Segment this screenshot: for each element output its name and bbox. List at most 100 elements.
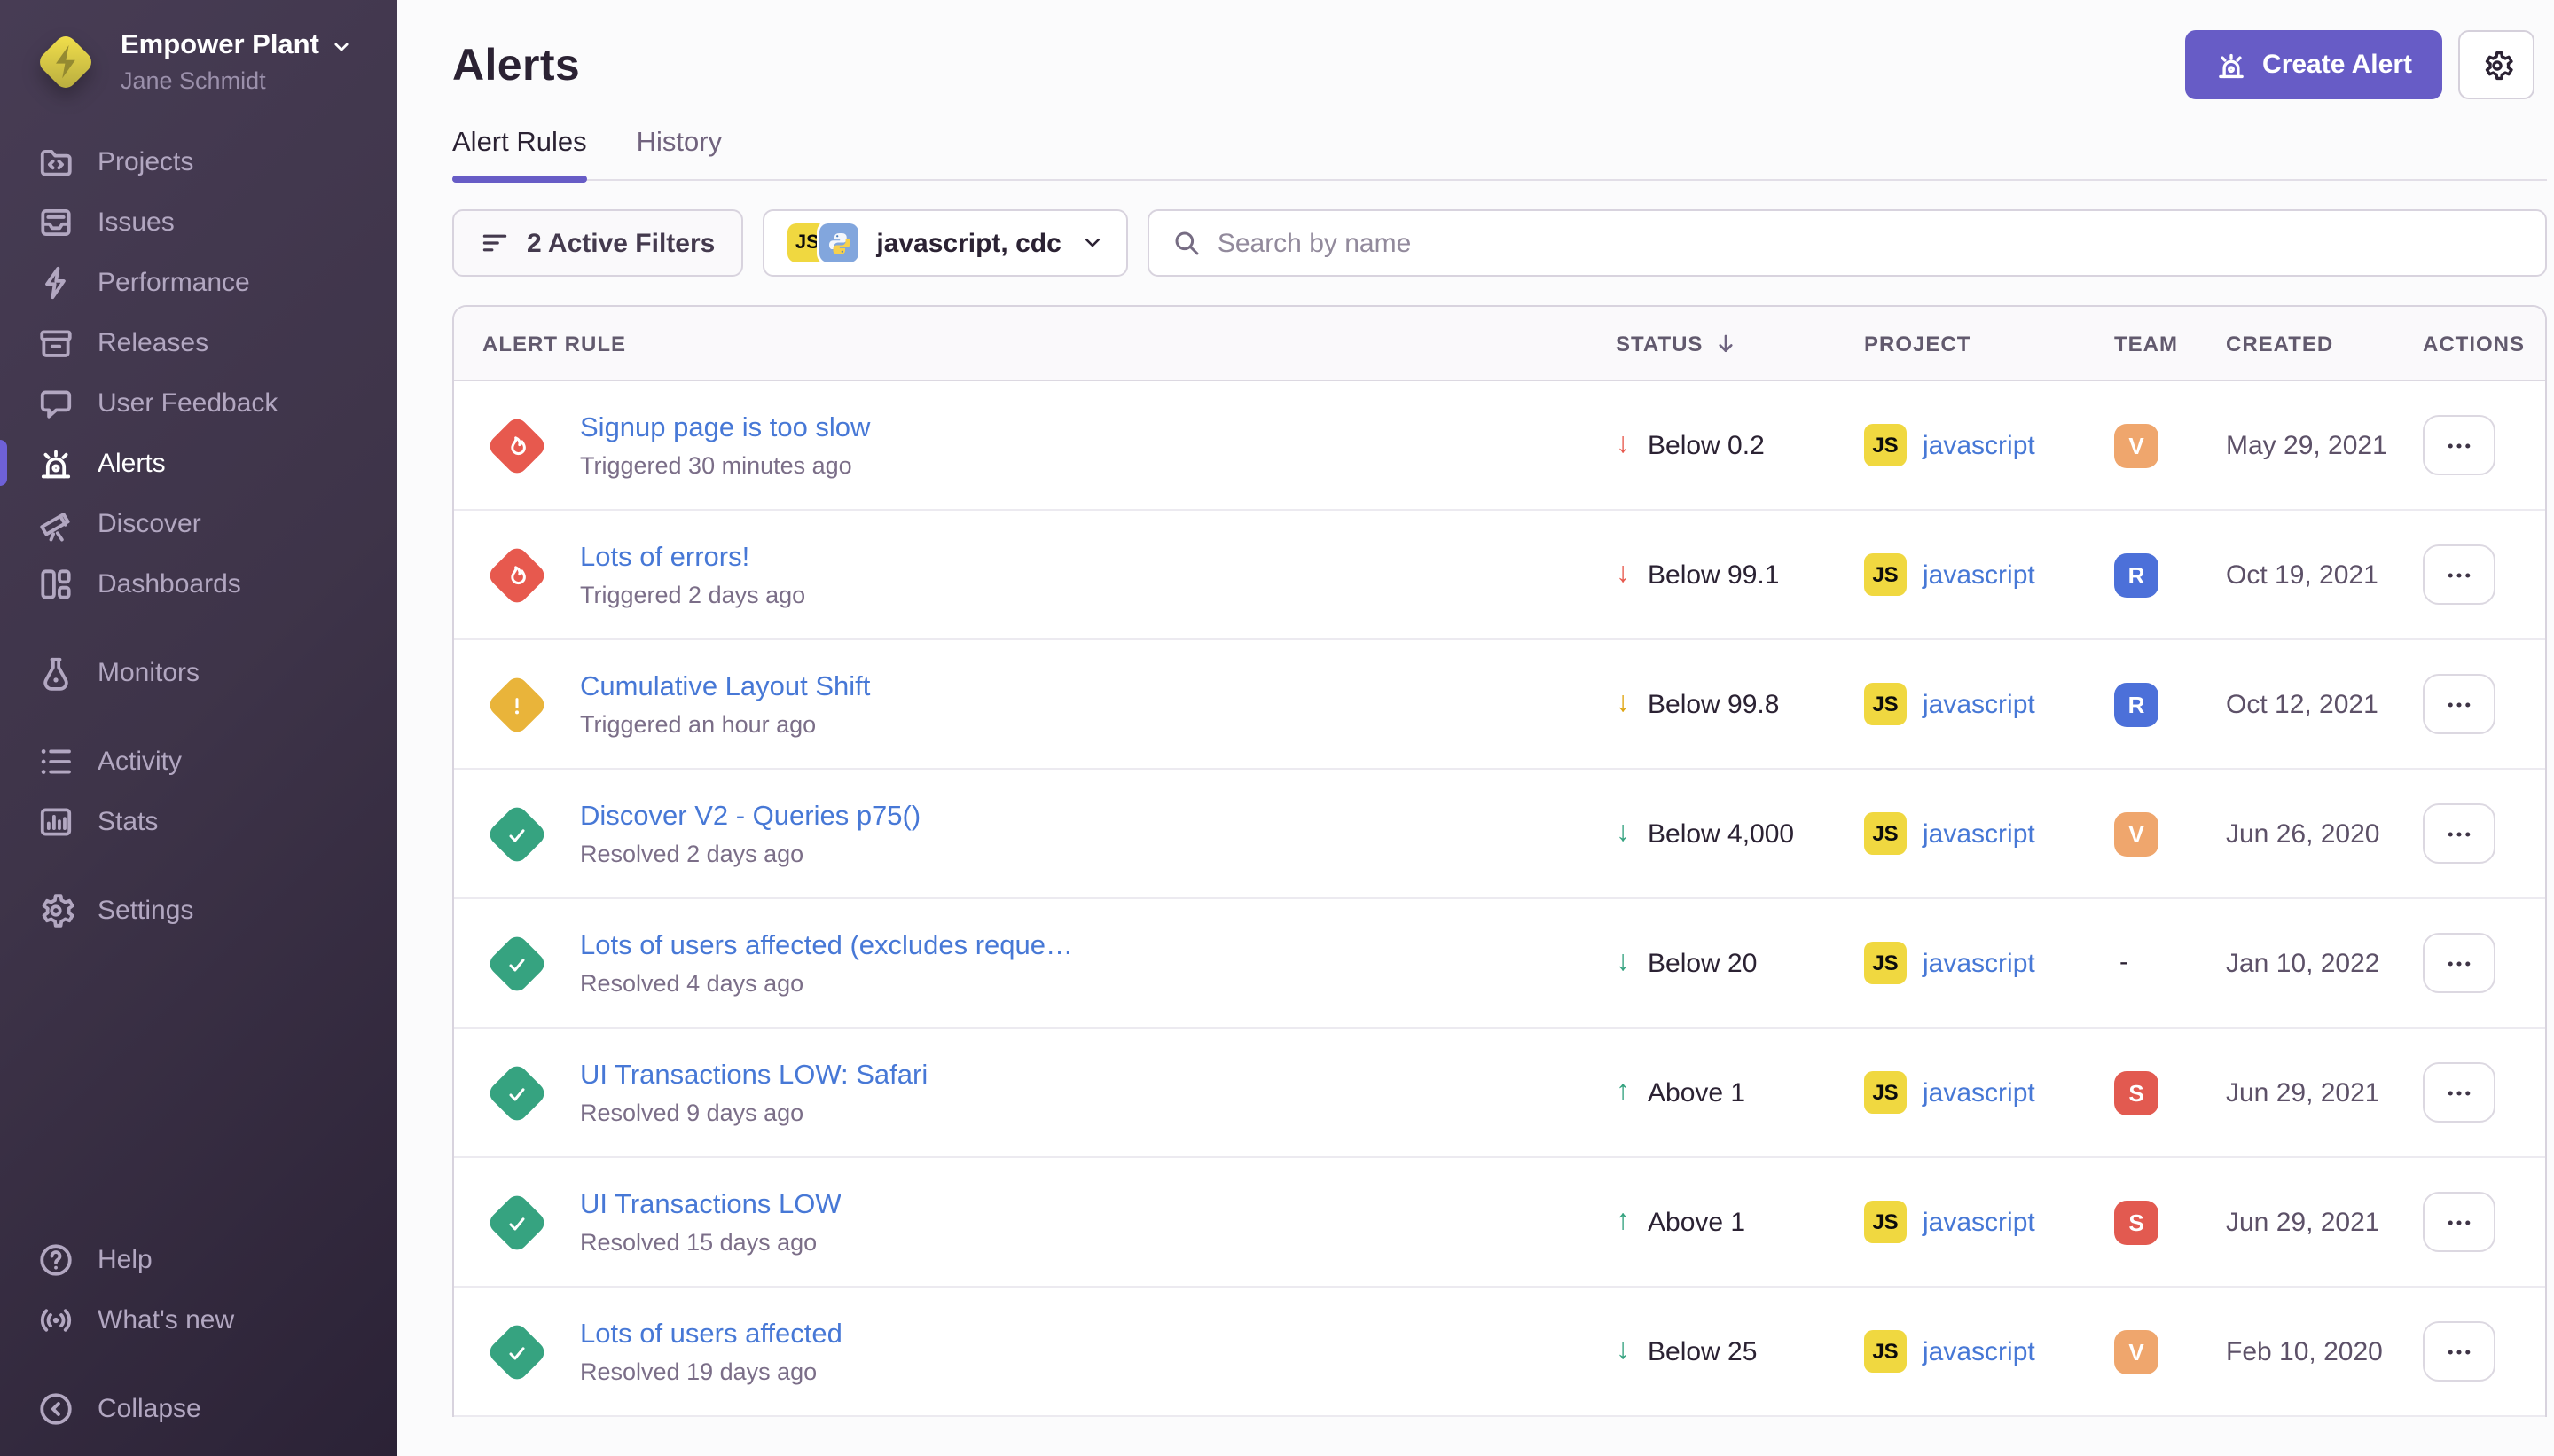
sidebar-item-performance[interactable]: Performance [0, 252, 397, 312]
team-cell: R [2114, 552, 2226, 597]
status-label: Below 20 [1648, 948, 1757, 978]
alerts-icon [37, 444, 74, 481]
javascript-platform-icon: JS [1864, 553, 1907, 596]
alert-rule-link[interactable]: Discover V2 - Queries p75() [580, 801, 921, 833]
created-date: Jun 26, 2020 [2226, 818, 2423, 849]
stats-icon [37, 802, 74, 840]
project-link[interactable]: javascript [1923, 430, 2035, 460]
alert-rule-link[interactable]: Lots of errors! [580, 542, 805, 574]
activity-icon [37, 742, 74, 779]
sidebar-item-alerts[interactable]: Alerts [0, 433, 397, 493]
row-actions-button[interactable] [2423, 544, 2495, 605]
row-actions-button[interactable] [2423, 1192, 2495, 1252]
resolved-check-icon [486, 1191, 549, 1254]
row-actions-button[interactable] [2423, 674, 2495, 734]
org-user: Jane Schmidt [121, 67, 351, 94]
alert-rule-link[interactable]: Lots of users affected [580, 1319, 842, 1350]
sidebar-item-collapse[interactable]: Collapse [0, 1378, 397, 1438]
org-name: Empower Plant [121, 30, 319, 62]
warning-warning-icon [486, 673, 549, 736]
sidebar-item-projects[interactable]: Projects [0, 131, 397, 192]
sidebar-item-user-feedback[interactable]: User Feedback [0, 372, 397, 433]
sidebar-item-stats[interactable]: Stats [0, 791, 397, 851]
sidebar-item-settings[interactable]: Settings [0, 880, 397, 940]
collapse-icon [37, 1389, 74, 1427]
sidebar-item-discover[interactable]: Discover [0, 493, 397, 553]
status-arrow-icon: ↑ [1616, 1078, 1630, 1107]
team-cell: V [2114, 423, 2226, 467]
status-cell: ↑ Above 1 [1616, 1077, 1864, 1108]
table-row: Lots of errors! Triggered 2 days ago ↓ B… [454, 511, 2545, 640]
alert-rule-link[interactable]: Signup page is too slow [580, 412, 870, 444]
project-link[interactable]: javascript [1923, 560, 2035, 590]
row-actions-button[interactable] [2423, 1062, 2495, 1123]
alert-rule-subtitle: Triggered 30 minutes ago [580, 451, 870, 478]
siren-icon [2214, 49, 2246, 81]
status-cell: ↑ Above 1 [1616, 1207, 1864, 1237]
python-platform-icon [819, 223, 858, 262]
critical-fire-icon [486, 544, 549, 607]
team-cell: S [2114, 1200, 2226, 1244]
search-input[interactable] [1218, 228, 2522, 258]
status-label: Below 99.8 [1648, 689, 1779, 719]
row-actions-button[interactable] [2423, 415, 2495, 475]
alert-rule-link[interactable]: Cumulative Layout Shift [580, 671, 870, 703]
help-icon [37, 1241, 74, 1278]
project-cell: JS javascript [1864, 812, 2114, 855]
tab-alert-rules[interactable]: Alert Rules [452, 128, 587, 179]
javascript-platform-icon: JS [1864, 1201, 1907, 1243]
sidebar-item-monitors[interactable]: Monitors [0, 642, 397, 702]
alert-rule-subtitle: Resolved 15 days ago [580, 1228, 842, 1255]
javascript-platform-icon: JS [1864, 424, 1907, 466]
project-selector[interactable]: JS javascript, cdc [763, 209, 1128, 277]
team-avatar: S [2114, 1070, 2158, 1115]
resolved-check-icon [486, 1061, 549, 1124]
sidebar-item-activity[interactable]: Activity [0, 731, 397, 791]
sidebar-item-releases[interactable]: Releases [0, 312, 397, 372]
alert-rule-link[interactable]: Lots of users affected (excludes reque… [580, 930, 1073, 962]
status-cell: ↓ Below 20 [1616, 948, 1864, 978]
team-cell: V [2114, 811, 2226, 856]
search-box [1148, 209, 2547, 277]
row-actions-button[interactable] [2423, 803, 2495, 864]
project-link[interactable]: javascript [1923, 689, 2035, 719]
issues-icon [37, 203, 74, 240]
status-label: Below 99.1 [1648, 560, 1779, 590]
row-actions-button[interactable] [2423, 1321, 2495, 1382]
column-status[interactable]: Status [1616, 331, 1864, 356]
project-link[interactable]: javascript [1923, 818, 2035, 849]
project-link[interactable]: javascript [1923, 1077, 2035, 1108]
active-filters-label: 2 Active Filters [527, 228, 715, 258]
tab-history[interactable]: History [637, 128, 722, 179]
status-arrow-icon: ↓ [1616, 819, 1630, 848]
column-team: Team [2114, 331, 2226, 356]
create-alert-button[interactable]: Create Alert [2184, 30, 2442, 99]
sidebar-item-dashboards[interactable]: Dashboards [0, 553, 397, 614]
project-cell: JS javascript [1864, 553, 2114, 596]
row-actions-button[interactable] [2423, 933, 2495, 993]
active-filters-button[interactable]: 2 Active Filters [452, 209, 743, 277]
sidebar-item-help[interactable]: Help [0, 1229, 397, 1289]
alert-rule-link[interactable]: UI Transactions LOW: Safari [580, 1060, 928, 1092]
resolved-check-icon [486, 932, 549, 995]
sidebar-item-issues[interactable]: Issues [0, 192, 397, 252]
sidebar-item-what-s-new[interactable]: What's new [0, 1289, 397, 1350]
table-header: Alert Rule Status Project Team Created A… [454, 307, 2545, 381]
org-switcher[interactable]: Empower Plant Jane Schmidt [0, 0, 397, 119]
project-link[interactable]: javascript [1923, 948, 2035, 978]
status-arrow-icon: ↓ [1616, 560, 1630, 589]
chevron-down-icon [332, 36, 351, 56]
project-link[interactable]: javascript [1923, 1207, 2035, 1237]
status-arrow-icon: ↓ [1616, 1337, 1630, 1366]
settings-button[interactable] [2458, 30, 2534, 99]
alert-rule-subtitle: Resolved 4 days ago [580, 969, 1073, 996]
team-avatar: V [2114, 423, 2158, 467]
status-arrow-icon: ↑ [1616, 1208, 1630, 1236]
status-label: Above 1 [1648, 1207, 1745, 1237]
alert-rule-link[interactable]: UI Transactions LOW [580, 1189, 842, 1221]
monitors-icon [37, 654, 74, 691]
project-link[interactable]: javascript [1923, 1336, 2035, 1366]
whats-new-icon [37, 1301, 74, 1338]
javascript-platform-icon: JS [1864, 812, 1907, 855]
org-logo-icon [30, 27, 101, 98]
